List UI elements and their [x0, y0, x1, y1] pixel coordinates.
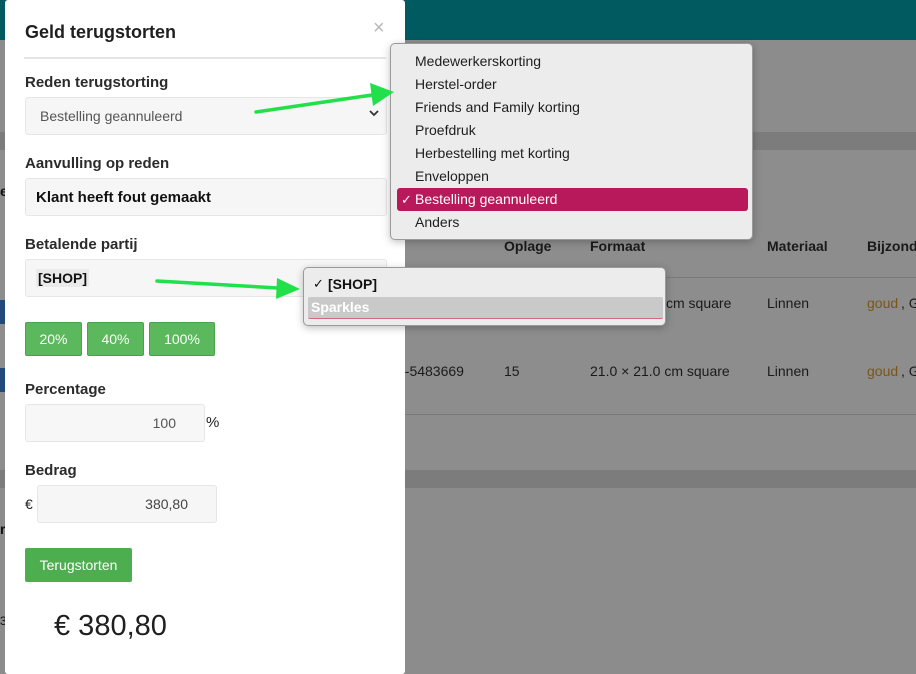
currency-sign: €	[25, 496, 33, 512]
payer-option[interactable]: Sparkles	[308, 297, 663, 319]
table-divider	[405, 414, 916, 415]
refund-modal: Geld terugstorten × Reden terugstorting …	[5, 0, 405, 674]
amount-label: Bedrag	[25, 462, 77, 479]
modal-title: Geld terugstorten	[25, 22, 177, 42]
amount-input[interactable]: 380,80	[37, 485, 217, 523]
column-header-bijzonder: Bijzond	[867, 238, 916, 254]
cell-bijzonder: goud	[867, 363, 899, 379]
payer-select-value: [SHOP]	[36, 269, 89, 287]
cell-formaat: 21.0 × 21.0 cm square	[590, 363, 730, 379]
payer-option-selected[interactable]: [SHOP]	[328, 276, 377, 292]
percent-40-button[interactable]: 40%	[87, 322, 144, 356]
cell-bijzonder: goud	[867, 295, 899, 311]
close-icon[interactable]: ×	[373, 18, 385, 38]
percentage-input[interactable]: 100	[25, 404, 205, 442]
column-header-materiaal: Materiaal	[767, 238, 828, 254]
cell-materiaal: Linnen	[767, 363, 810, 379]
reason-select[interactable]: Bestelling geannuleerd	[25, 97, 387, 135]
reason-dropdown-menu: Medewerkerskorting Herstel-order Friends…	[390, 43, 753, 240]
reason-option[interactable]: Herstel-order	[415, 76, 497, 92]
modal-divider	[24, 57, 386, 59]
cell-bijzonder-extra: , G	[901, 295, 916, 311]
cell-oplage: 15	[504, 363, 520, 379]
percent-sign: %	[206, 414, 220, 431]
reason-label: Reden terugstorting	[25, 74, 169, 91]
column-header-oplage: Oplage	[504, 238, 552, 254]
column-header-formaat: Formaat	[590, 238, 646, 254]
reason-option[interactable]: Anders	[415, 214, 459, 230]
payer-label: Betalende partij	[25, 236, 138, 253]
refund-total: € 380,80	[54, 610, 167, 642]
percent-20-button[interactable]: 20%	[25, 322, 82, 356]
addition-input[interactable]: Klant heeft fout gemaakt	[25, 178, 387, 216]
percent-100-button[interactable]: 100%	[149, 322, 215, 356]
cell-materiaal: Linnen	[767, 295, 810, 311]
reason-option-label: Bestelling geannuleerd	[415, 191, 558, 207]
checkmark-icon: ✓	[313, 276, 324, 291]
reason-option[interactable]: Herbestelling met korting	[415, 145, 570, 161]
checkmark-icon: ✓	[401, 192, 412, 207]
reason-option[interactable]: Friends and Family korting	[415, 99, 580, 115]
addition-label: Aanvulling op reden	[25, 155, 170, 172]
reason-option[interactable]: Medewerkerskorting	[415, 53, 541, 69]
reason-option[interactable]: Proefdruk	[415, 122, 476, 138]
percentage-label: Percentage	[25, 381, 106, 398]
cell-bijzonder-extra: , G	[901, 363, 916, 379]
cell-formaat: cm square	[666, 295, 732, 311]
reason-option-selected[interactable]: ✓ Bestelling geannuleerd	[397, 188, 748, 211]
payer-dropdown-menu: ✓ [SHOP] Sparkles	[303, 267, 666, 326]
reason-select-value: Bestelling geannuleerd	[40, 108, 183, 124]
chevron-down-icon	[368, 107, 380, 122]
refund-submit-button[interactable]: Terugstorten	[25, 548, 132, 582]
reason-option[interactable]: Enveloppen	[415, 168, 489, 184]
cell-order-id: 4-5483669	[397, 363, 464, 379]
